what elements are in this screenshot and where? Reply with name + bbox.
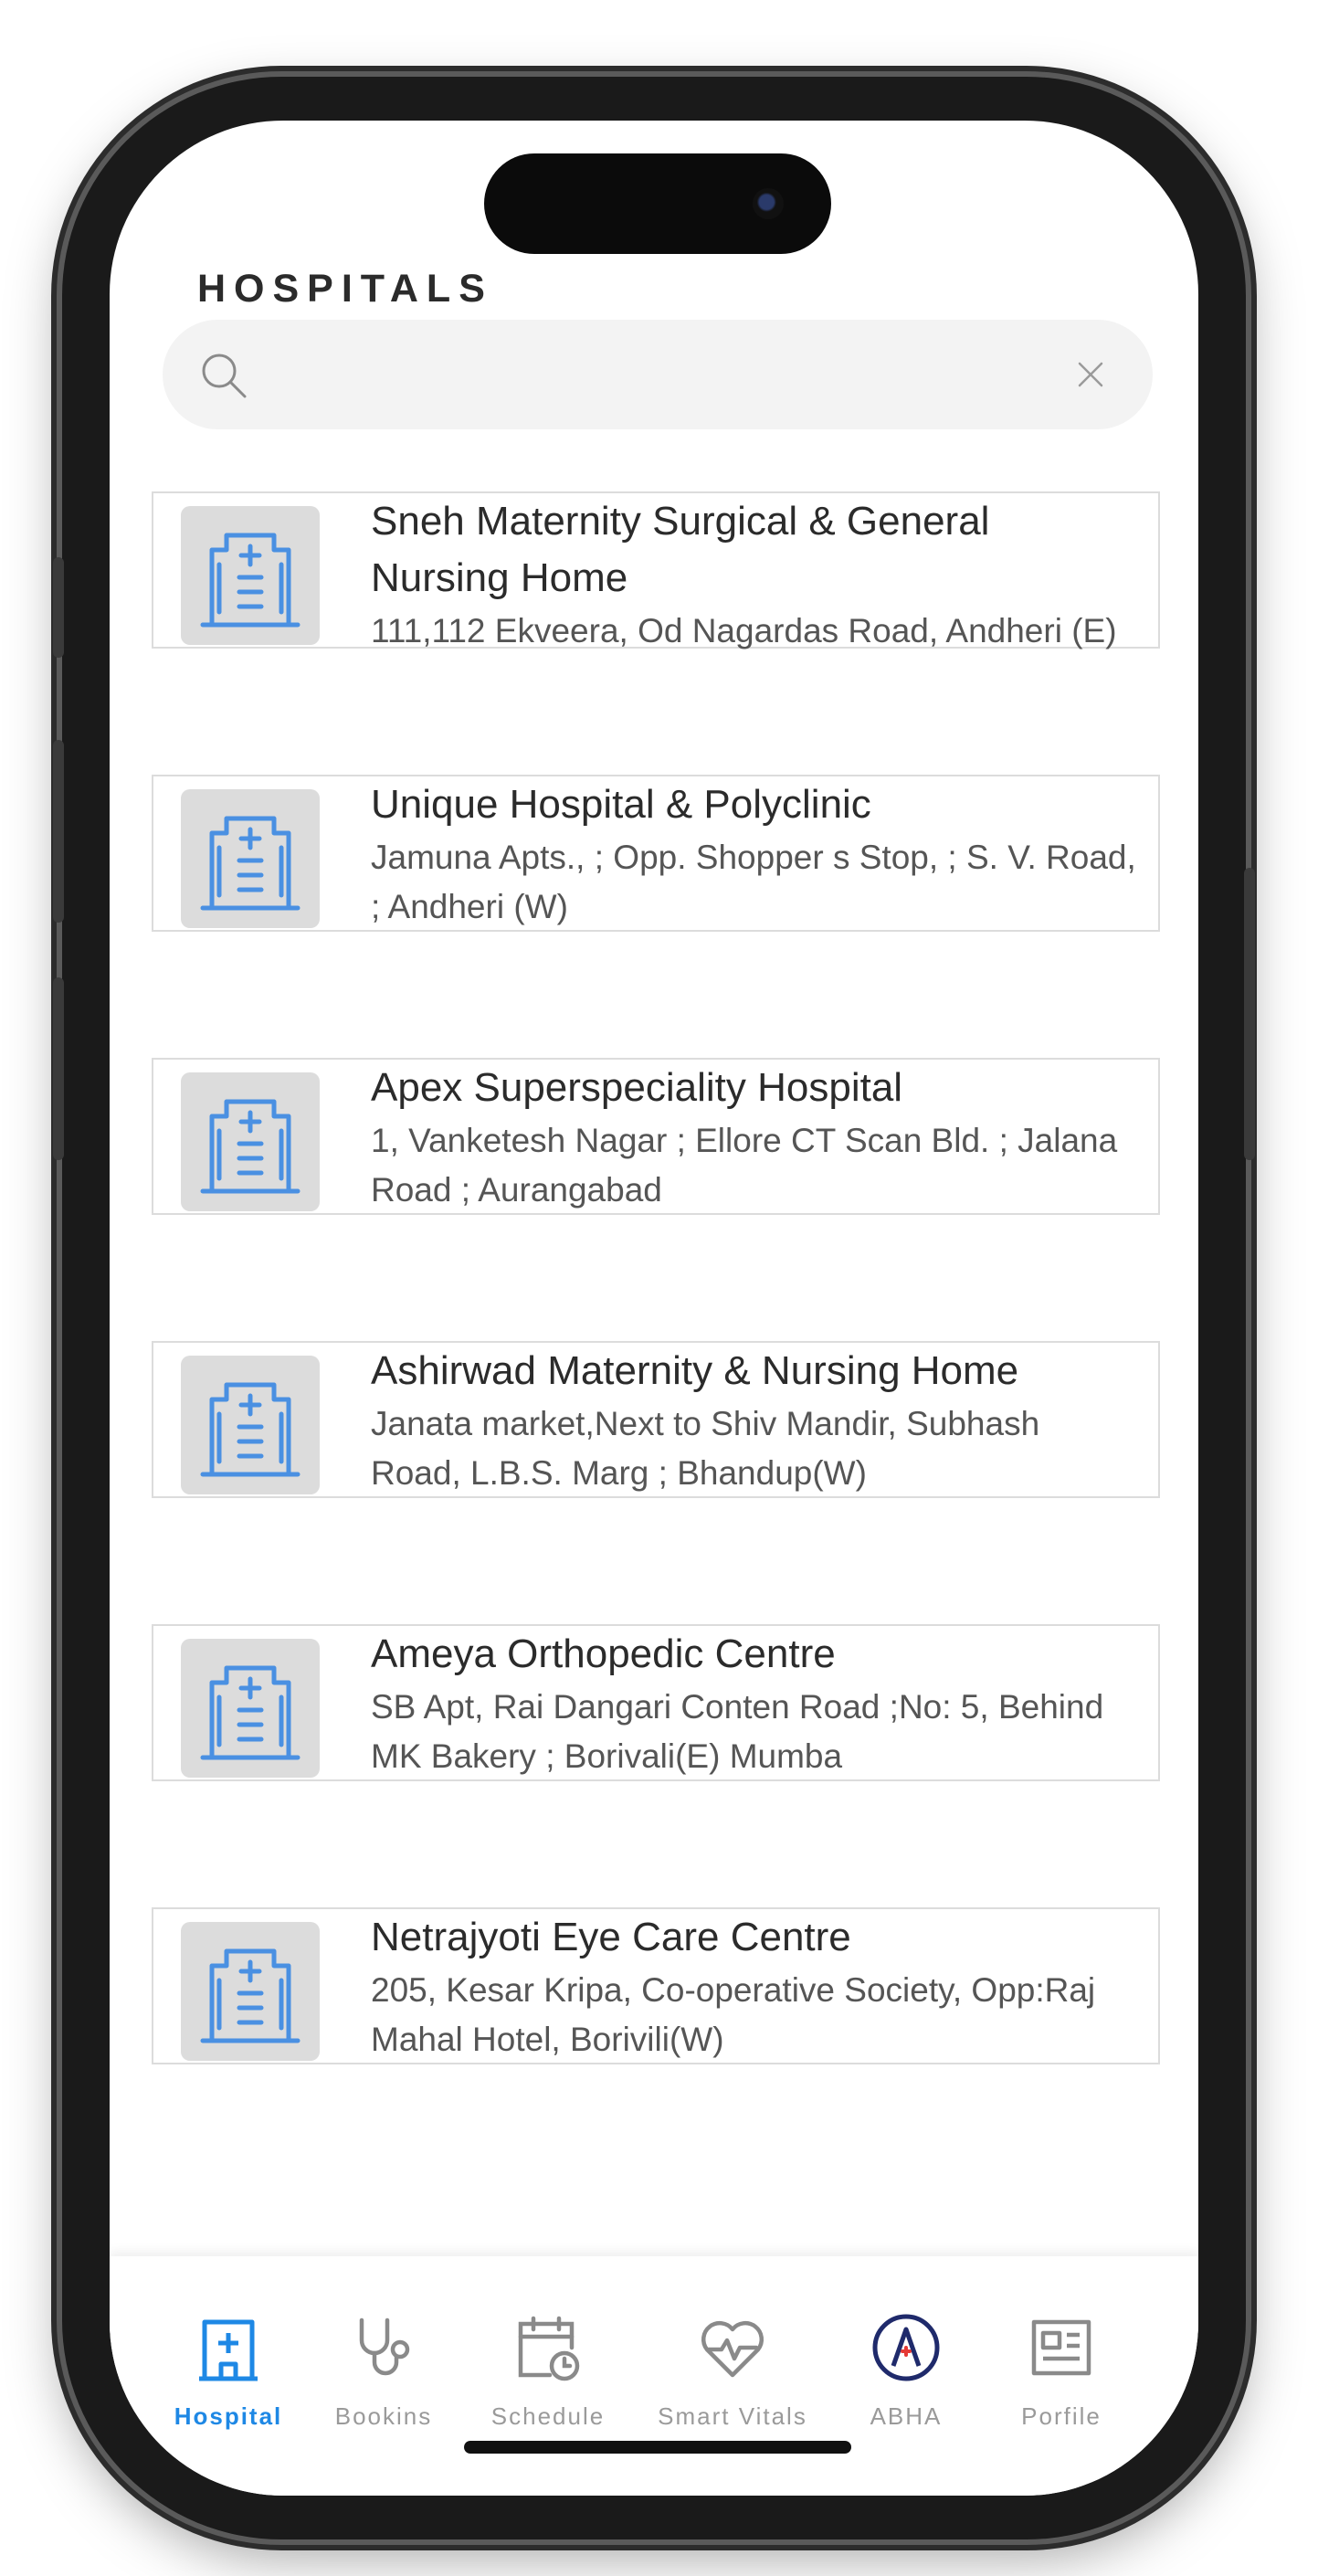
hospital-address: SB Apt, Rai Dangari Conten Road ;No: 5, … [371, 1688, 1104, 1775]
hospital-address: 205, Kesar Kripa, Co-operative Society, … [371, 1971, 1096, 2058]
hospital-building-icon [200, 816, 301, 911]
heart-pulse-icon [701, 2320, 764, 2378]
power-button [1244, 868, 1255, 1160]
hospital-building-icon [200, 1382, 301, 1477]
hospital-address: 111,112 Ekveera, Od Nagardas Road, Andhe… [371, 612, 1117, 649]
volume-down-button [53, 977, 64, 1160]
home-indicator[interactable] [464, 2441, 851, 2454]
tab-label: Porfile [1021, 2402, 1102, 2430]
tab-bookings[interactable]: Bookins [301, 2311, 466, 2431]
tab-abha[interactable]: ABHA [824, 2311, 988, 2431]
hospital-tab-icon [199, 2319, 258, 2381]
tab-label: ABHA [870, 2402, 943, 2430]
hospital-list: Sneh Maternity Surgical & General Nursin… [152, 491, 1160, 2191]
hospital-thumbnail [181, 506, 320, 645]
hospital-name: Netrajyoti Eye Care Centre [371, 1915, 851, 1959]
hospital-thumbnail [181, 1639, 320, 1778]
camera-icon [753, 188, 784, 219]
volume-up-button [53, 740, 64, 923]
hospital-building-icon [200, 1948, 301, 2043]
dynamic-island [484, 153, 831, 254]
hospital-building-icon [200, 1665, 301, 1760]
hospital-card[interactable]: Ameya Orthopedic Centre SB Apt, Rai Dang… [152, 1624, 1160, 1781]
hospital-card[interactable]: Apex Superspeciality Hospital 1, Vankete… [152, 1058, 1160, 1215]
tab-label: Smart Vitals [658, 2402, 807, 2430]
page-title: HOSPITALS [197, 267, 493, 311]
search-input[interactable] [263, 342, 1052, 409]
calendar-clock-icon [518, 2316, 580, 2381]
hospital-thumbnail [181, 1922, 320, 2061]
tab-label: Hospital [174, 2402, 283, 2430]
clear-search-icon[interactable] [1074, 358, 1107, 391]
app-screen: HOSPITALS Sneh Maternity Surgical & Gene… [110, 121, 1198, 2496]
hospital-card[interactable]: Unique Hospital & Polyclinic Jamuna Apts… [152, 775, 1160, 932]
hospital-building-icon [200, 1099, 301, 1194]
hospital-thumbnail [181, 1072, 320, 1211]
hospital-name: Ameya Orthopedic Centre [371, 1631, 836, 1676]
hospital-address: 1, Vanketesh Nagar ; Ellore CT Scan Bld.… [371, 1122, 1118, 1209]
mute-switch [53, 557, 64, 658]
hospital-card[interactable]: Sneh Maternity Surgical & General Nursin… [152, 491, 1160, 649]
stethoscope-icon [359, 2317, 410, 2376]
tab-profile[interactable]: Porfile [979, 2311, 1144, 2431]
hospital-building-icon [200, 533, 301, 628]
hospital-address: Jamuna Apts., ; Opp. Shopper s Stop, ; S… [371, 839, 1136, 925]
profile-card-icon [1031, 2319, 1091, 2376]
hospital-card[interactable]: Netrajyoti Eye Care Centre 205, Kesar Kr… [152, 1907, 1160, 2064]
hospital-name: Ashirwad Maternity & Nursing Home [371, 1348, 1019, 1393]
hospital-name: Unique Hospital & Polyclinic [371, 782, 871, 827]
hospital-card[interactable]: Ashirwad Maternity & Nursing Home Janata… [152, 1341, 1160, 1498]
hospital-name: Sneh Maternity Surgical & General Nursin… [371, 499, 990, 600]
tab-schedule[interactable]: Schedule [466, 2311, 630, 2431]
tab-smart-vitals[interactable]: Smart Vitals [650, 2311, 815, 2431]
search-bar[interactable] [163, 320, 1153, 429]
bottom-tab-bar: Hospital Bookins Schedule Smart Vitals A… [110, 2256, 1198, 2496]
hospital-thumbnail [181, 1356, 320, 1494]
hospital-name: Apex Superspeciality Hospital [371, 1065, 903, 1110]
tab-label: Schedule [490, 2402, 606, 2430]
tab-label: Bookins [334, 2402, 433, 2430]
hospital-address: Janata market,Next to Shiv Mandir, Subha… [371, 1405, 1040, 1492]
search-icon [202, 354, 247, 398]
abha-logo-icon [872, 2314, 940, 2381]
tab-hospital[interactable]: Hospital [146, 2311, 311, 2431]
hospital-thumbnail [181, 789, 320, 928]
